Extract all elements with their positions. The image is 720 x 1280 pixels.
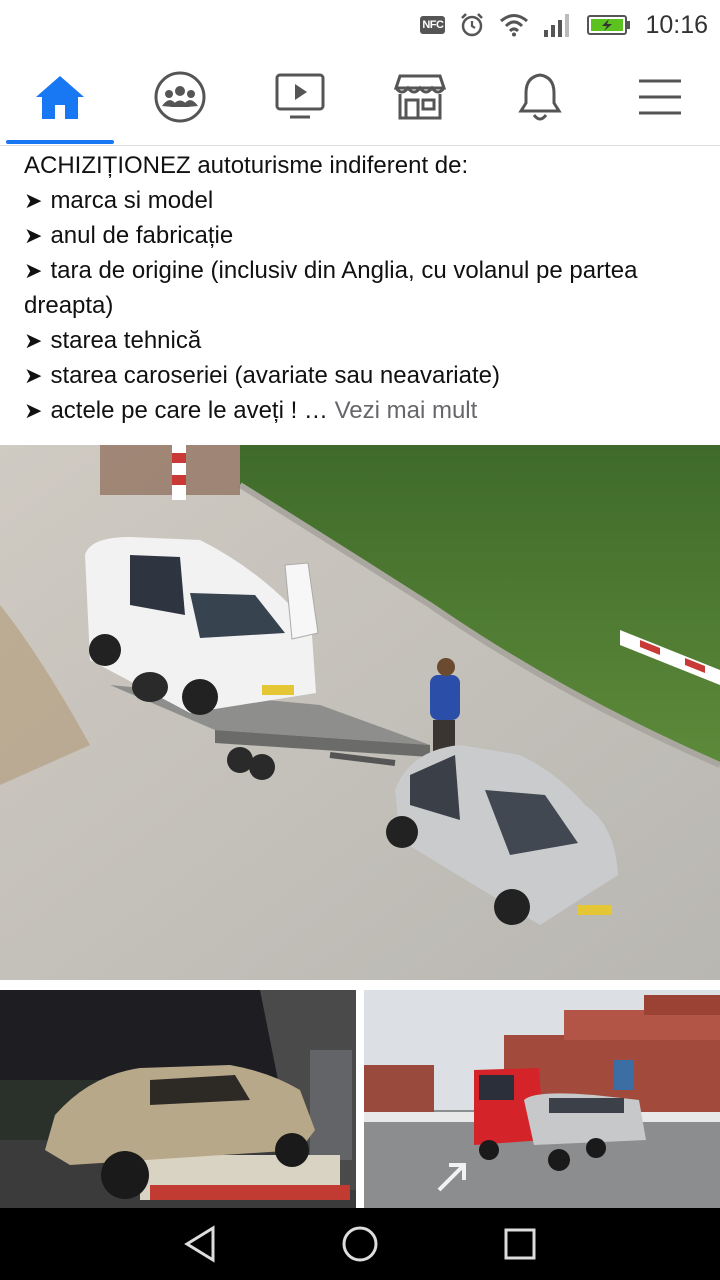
marketplace-icon — [394, 74, 446, 120]
home-icon — [36, 76, 84, 119]
tab-watch[interactable] — [240, 50, 360, 144]
bell-icon — [518, 73, 562, 121]
arrow-bullet-icon: ➤ — [24, 258, 43, 283]
recents-icon — [504, 1228, 536, 1260]
list-item: ➤ marca si model — [24, 187, 214, 214]
list-item: ➤ starea caroseriei (avariate sau neavari… — [24, 362, 500, 389]
see-more-link[interactable]: Vezi mai mult — [335, 397, 478, 424]
photo-sedan-on-truck-night[interactable] — [0, 990, 356, 1208]
list-item: ➤ tara de origine (inclusiv din Anglia, c… — [24, 257, 638, 319]
recents-button[interactable] — [460, 1208, 580, 1280]
tab-home[interactable] — [0, 50, 120, 144]
post-intro: ACHIZIȚIONEZ autoturisme indiferent de: — [24, 152, 469, 179]
signal-icon — [544, 14, 570, 37]
home-button[interactable] — [300, 1208, 420, 1280]
tab-groups[interactable] — [120, 50, 240, 144]
active-tab-indicator — [6, 140, 114, 144]
post-text: ACHIZIȚIONEZ autoturisme indiferent de: … — [24, 148, 704, 428]
wifi-icon — [500, 14, 529, 37]
tab-notifications[interactable] — [480, 50, 600, 144]
back-button[interactable] — [140, 1208, 260, 1280]
top-nav-bar — [0, 50, 720, 146]
tab-menu[interactable] — [600, 50, 720, 144]
list-item: ➤ actele pe care le aveți ! … Vezi mai mu… — [24, 397, 478, 424]
alarm-icon — [461, 13, 484, 37]
photo-van-trailer-loading[interactable] — [0, 445, 720, 980]
video-icon — [275, 73, 325, 119]
arrow-bullet-icon: ➤ — [24, 363, 43, 388]
photo-sedan-on-truck-night-drawing — [0, 990, 356, 1208]
list-item: ➤ anul de fabricație — [24, 222, 234, 249]
photo-minivan-on-red-truck-containers[interactable] — [364, 990, 720, 1208]
status-time: 10:16 — [645, 10, 708, 39]
battery-charging-icon — [587, 15, 631, 35]
arrow-bullet-icon: ➤ — [24, 188, 43, 213]
tab-marketplace[interactable] — [360, 50, 480, 144]
list-item: ➤ starea tehnică — [24, 327, 202, 354]
back-icon — [184, 1225, 215, 1263]
hamburger-menu-icon — [639, 79, 681, 115]
status-bar: NFC 10:16 — [0, 0, 720, 50]
photo-van-trailer-loading-drawing — [0, 445, 720, 980]
groups-icon — [154, 71, 206, 123]
arrow-bullet-icon: ➤ — [24, 398, 43, 423]
photo-minivan-on-red-truck-containers-drawing — [364, 990, 720, 1208]
arrow-bullet-icon: ➤ — [24, 328, 43, 353]
system-navigation-bar — [0, 1208, 720, 1280]
nfc-icon: NFC — [420, 16, 446, 34]
home-circle-icon — [342, 1226, 378, 1262]
arrow-bullet-icon: ➤ — [24, 223, 43, 248]
